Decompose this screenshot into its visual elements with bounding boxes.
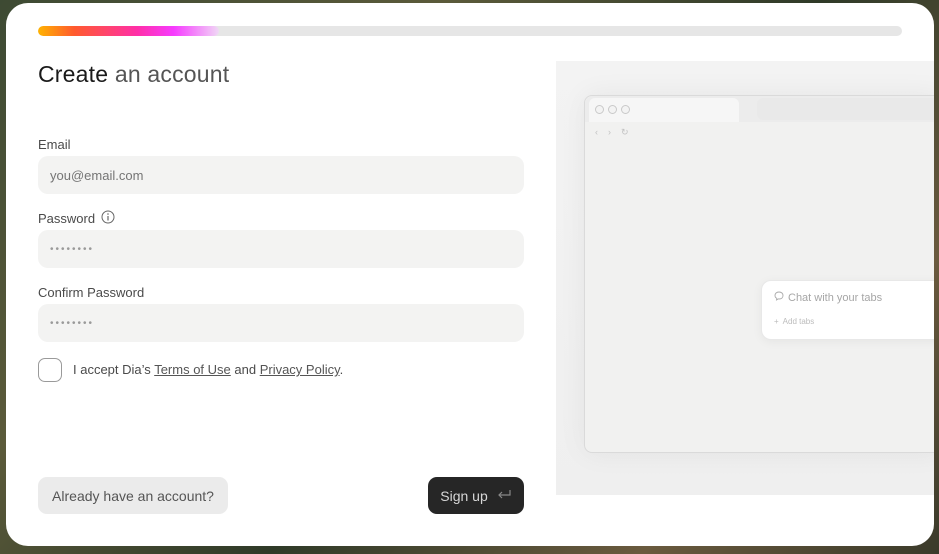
- return-arrow-icon: [496, 488, 512, 504]
- window-minimize-dot-icon: [608, 105, 617, 114]
- forward-icon: ›: [608, 127, 611, 137]
- browser-address-area: [757, 98, 934, 120]
- plus-icon: +: [774, 317, 779, 326]
- back-icon: ‹: [595, 127, 598, 137]
- window-zoom-dot-icon: [621, 105, 630, 114]
- terms-middle: and: [230, 362, 260, 377]
- privacy-policy-link[interactable]: Privacy Policy: [260, 362, 340, 377]
- confirm-password-label: Confirm Password: [38, 285, 145, 300]
- sign-up-button[interactable]: Sign up: [428, 477, 524, 514]
- confirm-password-field[interactable]: ••••••••: [38, 304, 524, 342]
- chat-placeholder: Chat with your tabs: [788, 291, 883, 304]
- add-tabs-row: + Add tabs: [774, 317, 814, 326]
- browser-nav-row: ‹ › ↻: [595, 127, 629, 138]
- sign-up-label: Sign up: [440, 487, 488, 504]
- add-tabs-label: Add tabs: [782, 317, 815, 326]
- terms-of-use-link[interactable]: Terms of Use: [154, 362, 231, 377]
- page-title: Create an account: [38, 61, 229, 88]
- terms-text: I accept Dia’s Terms of Use and Privacy …: [73, 362, 343, 377]
- password-field[interactable]: ••••••••: [38, 230, 524, 268]
- window-close-dot-icon: [595, 105, 604, 114]
- info-icon[interactable]: [101, 210, 115, 224]
- chat-bubble-icon: [774, 291, 784, 304]
- reload-icon: ↻: [621, 127, 629, 137]
- email-label: Email: [38, 137, 71, 152]
- browser-tab-strip: [585, 96, 934, 122]
- browser-preview: ‹ › ↻ Chat with your tabs + Add tabs: [556, 61, 934, 495]
- title-main: Create: [38, 61, 109, 87]
- email-field[interactable]: [38, 156, 524, 194]
- progress-bar: [38, 26, 902, 36]
- already-have-account-button[interactable]: Already have an account?: [38, 477, 228, 514]
- chat-card: Chat with your tabs + Add tabs: [761, 280, 934, 340]
- already-have-account-label: Already have an account?: [52, 487, 214, 504]
- terms-checkbox[interactable]: [38, 358, 62, 382]
- chat-row: Chat with your tabs: [774, 291, 882, 304]
- signup-modal: Create an account Email Password •••••••…: [6, 3, 934, 546]
- terms-prefix: I accept Dia’s: [73, 362, 155, 377]
- password-label: Password: [38, 211, 96, 226]
- browser-window-illustration: ‹ › ↻ Chat with your tabs + Add tabs: [584, 95, 934, 453]
- terms-suffix: .: [339, 362, 344, 377]
- title-rest: an account: [108, 61, 230, 87]
- progress-fill: [38, 26, 220, 36]
